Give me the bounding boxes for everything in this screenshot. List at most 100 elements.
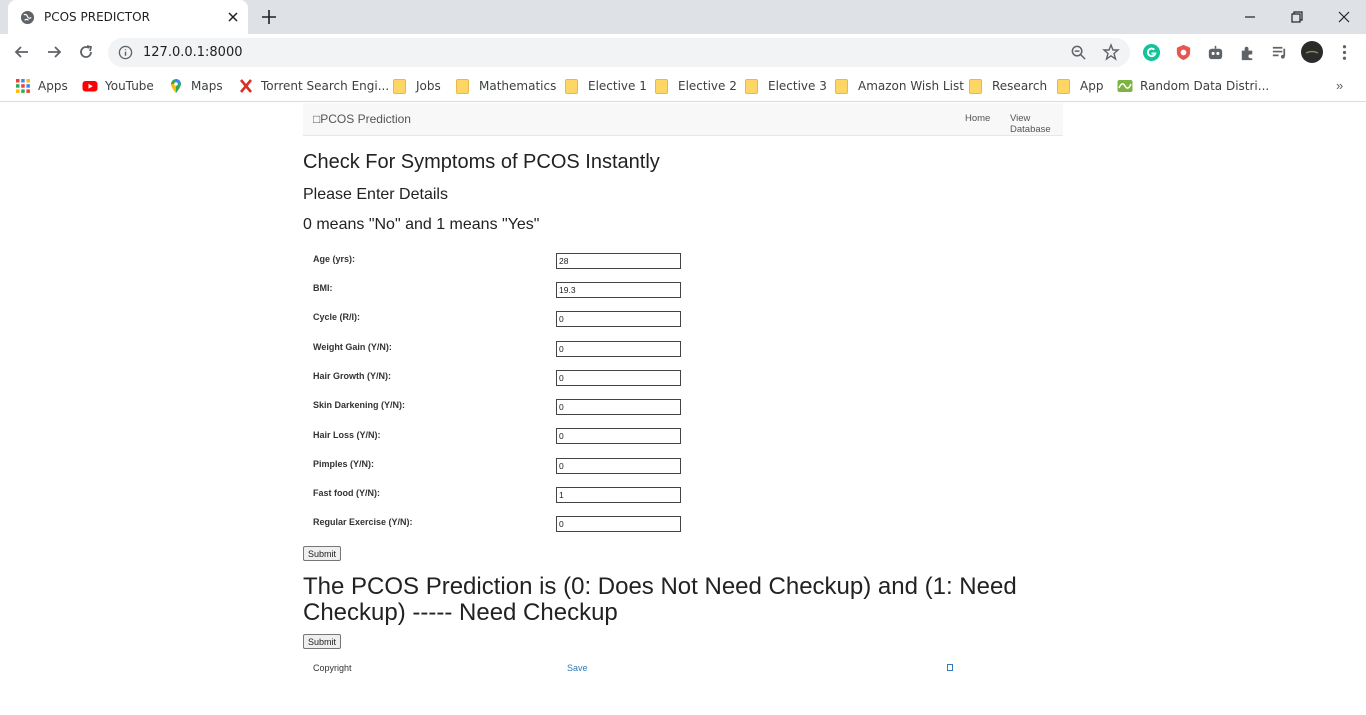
bookmark-mathematics[interactable]: Mathematics (456, 77, 556, 95)
bookmark-app[interactable]: App (1057, 77, 1103, 95)
bookmark-label: Elective 1 (588, 79, 647, 93)
field-label-cycle: Cycle (R/I): (313, 312, 361, 322)
torrent-x-icon (240, 79, 252, 93)
bookmark-random-data[interactable]: Random Data Distri... (1117, 77, 1269, 95)
hair-growth-input[interactable] (556, 370, 681, 386)
youtube-icon (82, 81, 98, 92)
bookmark-label: Jobs (416, 79, 441, 93)
bookmark-elective-2[interactable]: Elective 2 (655, 77, 737, 95)
bookmark-elective-3[interactable]: Elective 3 (745, 77, 827, 95)
bookmark-youtube[interactable]: YouTube (82, 77, 154, 95)
profile-avatar[interactable] (1301, 41, 1323, 63)
age-input[interactable] (556, 253, 681, 269)
hair-loss-input[interactable] (556, 428, 681, 444)
zoom-icon[interactable] (1070, 44, 1087, 61)
menu-kebab-icon[interactable] (1335, 43, 1354, 62)
folder-icon (456, 78, 469, 94)
result-submit-button[interactable]: Submit (303, 634, 342, 649)
folder-icon (393, 78, 406, 94)
reload-icon[interactable] (76, 42, 96, 62)
folder-icon (655, 78, 668, 94)
bookmark-label: Torrent Search Engi... (261, 79, 390, 93)
browser-tab[interactable]: PCOS PREDICTOR (8, 0, 248, 34)
regular-exercise-input[interactable] (556, 516, 681, 532)
bmi-input[interactable] (556, 282, 681, 298)
bookmark-label: Mathematics (479, 79, 557, 93)
folder-icon (1057, 78, 1070, 94)
bookmark-elective-1[interactable]: Elective 1 (565, 77, 647, 95)
prediction-result: The PCOS Prediction is (0: Does Not Need… (303, 573, 1017, 626)
bookmark-label: YouTube (105, 79, 154, 93)
bookmark-label: Elective 3 (768, 79, 827, 93)
media-queue-icon[interactable] (1270, 43, 1289, 62)
maps-pin-icon (171, 79, 181, 93)
tab-title: PCOS PREDICTOR (44, 10, 150, 24)
submit-button[interactable]: Submit (303, 546, 342, 561)
extensions-puzzle-icon[interactable] (1238, 43, 1257, 62)
bookmark-label: Elective 2 (678, 79, 737, 93)
close-window-icon[interactable] (1334, 7, 1354, 27)
pimples-input[interactable] (556, 458, 681, 474)
bookmark-label: Random Data Distri... (1140, 79, 1270, 93)
footer-save-link[interactable]: Save (567, 663, 588, 673)
bookmark-amazon-wish-list[interactable]: Amazon Wish List (835, 77, 964, 95)
bookmark-label: Research (992, 79, 1048, 93)
field-label-hair-loss: Hair Loss (Y/N): (313, 430, 381, 440)
close-tab-icon[interactable] (225, 9, 241, 25)
page-subtitle: Please Enter Details (303, 186, 448, 203)
bookmark-research[interactable]: Research (969, 77, 1047, 95)
footer-link-icon[interactable] (947, 664, 953, 671)
field-label-age: Age (yrs): (313, 254, 356, 264)
field-label-weight-gain: Weight Gain (Y/N): (313, 342, 392, 352)
restore-icon[interactable] (1287, 7, 1307, 27)
page-hint: 0 means "No" and 1 means "Yes" (303, 216, 540, 233)
brand-label: PCOS Prediction (320, 112, 411, 126)
forward-arrow-icon[interactable] (44, 42, 64, 62)
field-label-fast-food: Fast food (Y/N): (313, 488, 380, 498)
site-navbar: □PCOS Prediction Home View Database (303, 103, 1063, 136)
field-label-skin-darkening: Skin Darkening (Y/N): (313, 400, 406, 410)
address-url[interactable]: 127.0.0.1:8000 (143, 45, 243, 60)
folder-icon (745, 78, 758, 94)
field-label-pimples: Pimples (Y/N): (313, 459, 375, 469)
footer-copyright: Copyright (313, 663, 352, 673)
bookmark-torrent-search[interactable]: Torrent Search Engi... (238, 77, 389, 95)
folder-icon (565, 78, 578, 94)
shield-extension-icon[interactable] (1174, 43, 1193, 62)
skin-darkening-input[interactable] (556, 399, 681, 415)
grammarly-icon[interactable] (1142, 43, 1161, 62)
bookmark-label: Amazon Wish List (858, 79, 964, 93)
weight-gain-input[interactable] (556, 341, 681, 357)
bookmark-label: Apps (38, 79, 68, 93)
new-tab-icon[interactable] (260, 8, 278, 26)
browser-toolbar: 127.0.0.1:8000 (0, 34, 1366, 70)
bookmarks-bar: Apps YouTube Maps Torrent Search Engi...… (0, 70, 1366, 102)
bookmark-apps[interactable]: Apps (15, 77, 68, 95)
field-label-bmi: BMI: (313, 283, 333, 293)
bookmark-label: App (1080, 79, 1104, 93)
navbar-brand[interactable]: □PCOS Prediction (313, 112, 411, 126)
bookmark-jobs[interactable]: Jobs (393, 77, 441, 95)
cycle-input[interactable] (556, 311, 681, 327)
bookmark-label: Maps (191, 79, 223, 93)
wave-chart-icon (1117, 80, 1133, 92)
folder-icon (969, 78, 982, 94)
robot-extension-icon[interactable] (1206, 43, 1225, 62)
site-info-icon[interactable] (118, 45, 133, 60)
bookmark-star-icon[interactable] (1102, 43, 1120, 61)
minimize-icon[interactable] (1240, 7, 1260, 27)
address-bar[interactable]: 127.0.0.1:8000 (108, 38, 1130, 67)
nav-link-home[interactable]: Home (965, 113, 990, 124)
back-arrow-icon[interactable] (12, 42, 32, 62)
field-label-hair-growth: Hair Growth (Y/N): (313, 371, 391, 381)
nav-link-view-database[interactable]: View Database (1010, 113, 1063, 135)
apps-grid-icon (16, 79, 30, 93)
folder-icon (835, 78, 848, 94)
field-label-regular-exercise: Regular Exercise (Y/N): (313, 517, 413, 527)
globe-icon (20, 10, 35, 25)
page-title: Check For Symptoms of PCOS Instantly (303, 151, 660, 173)
browser-tabstrip: PCOS PREDICTOR (0, 0, 1366, 34)
bookmark-maps[interactable]: Maps (168, 77, 223, 95)
fast-food-input[interactable] (556, 487, 681, 503)
bookmarks-overflow-icon[interactable]: » (1336, 78, 1343, 93)
